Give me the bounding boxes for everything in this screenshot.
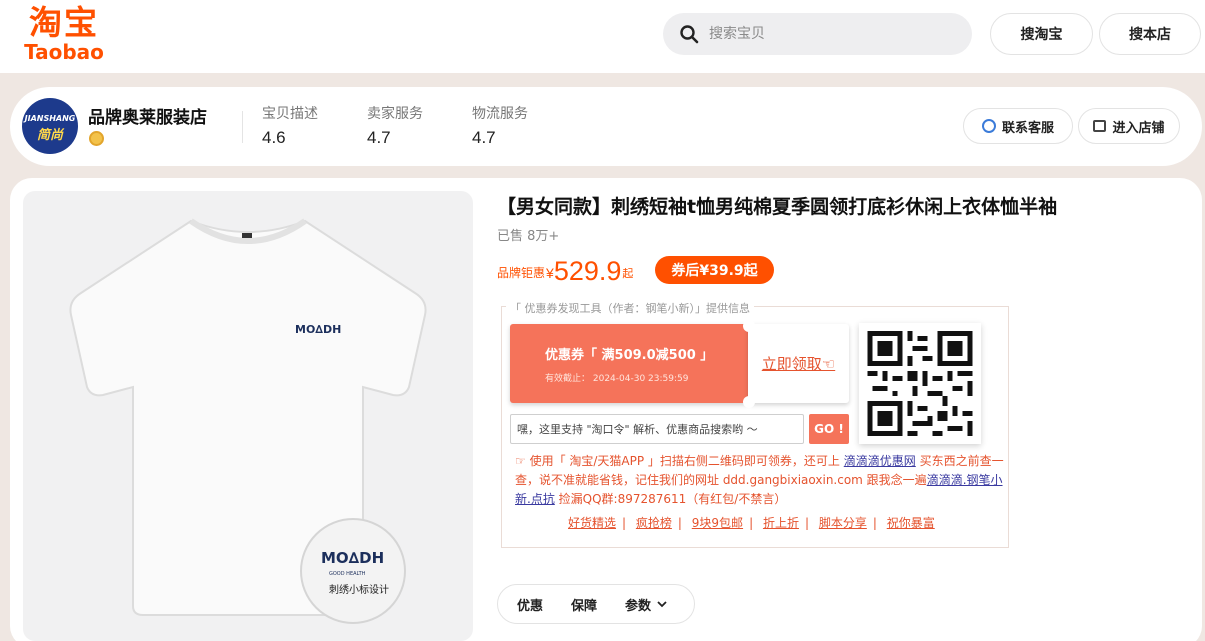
zoom-logo-text: MO∆DH — [321, 549, 384, 567]
rating-description: 宝贝描述 4.6 — [262, 103, 318, 148]
product-image[interactable]: MO∆DH MO∆DH GOOD HEALTH 刺绣小标设计 — [23, 191, 473, 641]
logo-chinese: 淘宝 — [29, 3, 99, 42]
rating-service: 卖家服务 4.7 — [367, 103, 423, 148]
avatar-brand-text: JIANSHANG — [24, 114, 76, 123]
zoom-logo-sub: GOOD HEALTH — [329, 571, 366, 577]
rating-value: 4.7 — [472, 128, 496, 147]
qr-code — [859, 323, 981, 444]
coupon-info-text: ☞ 使用「 淘宝/天猫APP 」扫描右侧二维码即可领券，还可上 滴滴滴优惠网 买… — [515, 452, 1005, 509]
info-text-3: 捡漏QQ群:897287611（有红包/不禁言） — [554, 492, 787, 506]
coupon-search-input[interactable] — [510, 414, 804, 444]
search-taobao-button[interactable]: 搜淘宝 — [990, 13, 1093, 55]
logo-english: Taobao — [24, 40, 104, 64]
shirt-logo-text: MO∆DH — [295, 323, 341, 336]
coupon-expiry: 有效截止： 2024-04-30 23:59:59 — [545, 374, 689, 384]
search-store-button[interactable]: 搜本店 — [1099, 13, 1201, 55]
price-currency: ¥ — [546, 265, 554, 281]
link-get-rich[interactable]: 祝你暴富 — [887, 516, 935, 530]
coupon-card[interactable]: 优惠券「 满509.0减500 」 有效截止： 2024-04-30 23:59… — [510, 324, 750, 403]
shop-bar: JIANSHANG 简尚 品牌奥莱服装店 宝贝描述 4.6 卖家服务 4.7 物… — [10, 87, 1202, 166]
avatar-brand-cn: 简尚 — [36, 128, 63, 143]
contact-service-label: 联系客服 — [1001, 120, 1054, 136]
link-script-share[interactable]: 脚本分享 — [819, 516, 867, 530]
rating-label: 卖家服务 — [367, 106, 423, 122]
info-tabs: 优惠 保障 参数 — [497, 584, 695, 624]
link-good-picks[interactable]: 好货精选 — [568, 516, 616, 530]
shop-name[interactable]: 品牌奥莱服装店 — [88, 103, 207, 128]
enter-store-label: 进入店铺 — [1112, 120, 1165, 136]
rating-label: 宝贝描述 — [262, 106, 318, 122]
search-box[interactable] — [663, 13, 972, 55]
go-button[interactable]: GO ! — [809, 414, 849, 444]
search-input[interactable] — [709, 13, 959, 55]
price-row: 品牌钜惠 ¥ 529.9 起 — [497, 252, 633, 286]
shop-avatar[interactable]: JIANSHANG 简尚 — [22, 98, 78, 154]
product-title: 【男女同款】刺绣短袖t恤男纯棉夏季圆领打底衫休闲上衣体恤半袖 — [497, 196, 1058, 218]
divider — [242, 111, 243, 143]
info-text-1: ☞ 使用「 淘宝/天猫APP 」扫描右侧二维码即可领券，还可上 — [515, 454, 844, 468]
enter-store-button[interactable]: 进入店铺 — [1078, 108, 1180, 144]
quick-links: 好货精选 | 疯抢榜 | 9块9包邮 | 折上折 | 脚本分享 | 祝你暴富 — [568, 516, 935, 530]
price-value: 529.9 — [553, 256, 622, 286]
tab-discount[interactable]: 优惠 — [517, 595, 543, 614]
coupon-tool-caption: 「 优惠券发现工具（作者：钢笔小新）」提供信息 — [506, 300, 754, 316]
coupon-notch — [743, 320, 755, 332]
rating-value: 4.6 — [262, 128, 286, 147]
sold-count: 已售 8万+ — [497, 229, 560, 244]
price-label: 品牌钜惠 — [497, 266, 546, 280]
store-icon — [1093, 120, 1107, 132]
contact-service-button[interactable]: 联系客服 — [963, 108, 1073, 144]
product-card: MO∆DH MO∆DH GOOD HEALTH 刺绣小标设计 【男女同款】刺绣短… — [10, 178, 1202, 641]
taobao-logo[interactable]: 淘宝 Taobao — [16, 4, 112, 64]
coupon-notch — [743, 396, 755, 408]
qr-code-icon — [867, 331, 973, 436]
price-suffix: 起 — [622, 267, 634, 280]
after-coupon-price-badge[interactable]: 券后¥39.9起 — [655, 256, 774, 284]
claim-coupon-card[interactable]: 立即领取☜ — [748, 324, 849, 403]
claim-coupon-link[interactable]: 立即领取☜ — [762, 353, 835, 374]
tab-guarantee[interactable]: 保障 — [571, 595, 597, 614]
shop-level-badge-icon — [89, 131, 104, 146]
rating-label: 物流服务 — [472, 106, 528, 122]
link-9-9[interactable]: 9块9包邮 — [692, 516, 743, 530]
zoom-caption: 刺绣小标设计 — [329, 583, 389, 596]
didi-link[interactable]: 滴滴滴优惠网 — [844, 454, 916, 468]
tshirt-illustration: MO∆DH MO∆DH GOOD HEALTH 刺绣小标设计 — [69, 218, 427, 624]
top-bar: 淘宝 Taobao 搜淘宝 搜本店 — [0, 0, 1205, 73]
rating-logistics: 物流服务 4.7 — [472, 103, 528, 148]
search-icon — [680, 25, 699, 44]
link-hot-list[interactable]: 疯抢榜 — [636, 516, 672, 530]
rating-value: 4.7 — [367, 128, 391, 147]
coupon-amount: 优惠券「 满509.0减500 」 — [545, 348, 714, 363]
tab-params[interactable]: 参数 — [625, 595, 667, 614]
tab-params-label: 参数 — [625, 598, 652, 614]
customer-service-icon — [981, 119, 996, 133]
link-extra-discount[interactable]: 折上折 — [763, 516, 799, 530]
chevron-down-icon — [657, 600, 667, 607]
